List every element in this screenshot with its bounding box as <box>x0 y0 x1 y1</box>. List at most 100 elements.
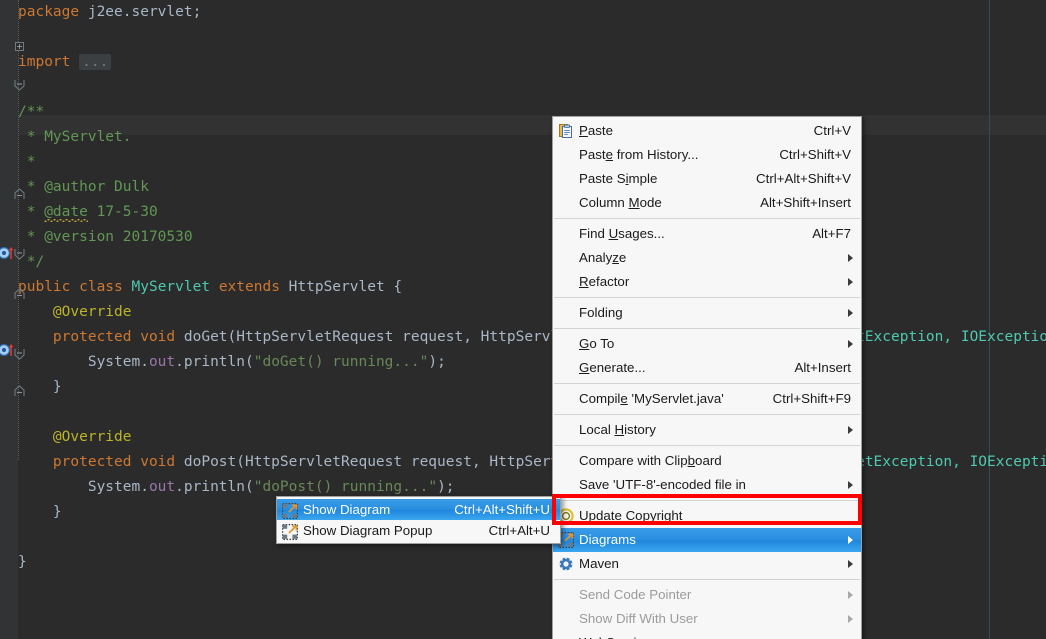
code-line: public class MyServlet extends HttpServl… <box>18 275 1046 300</box>
menu-item-paste-from-history[interactable]: Paste from History... Ctrl+Shift+V <box>553 143 861 167</box>
diagrams-submenu[interactable]: Show Diagram Ctrl+Alt+Shift+U Show Diagram… <box>276 496 561 544</box>
code-token: System. <box>18 354 149 370</box>
code-line: * @author Dulk <box>18 175 1046 200</box>
code-token: } <box>18 504 62 520</box>
menu-item-label: Show Diagram Popup <box>303 523 433 538</box>
chevron-right-icon <box>848 254 853 262</box>
code-token: @Override <box>18 429 132 445</box>
menu-item-webservices[interactable]: WebServices <box>553 631 861 639</box>
menu-item-diagrams[interactable]: Diagrams <box>553 528 861 552</box>
code-token: } <box>18 554 27 570</box>
menu-item-refactor[interactable]: Refactor <box>553 270 861 294</box>
menu-item-label: Save 'UTF-8'-encoded file in <box>579 477 746 492</box>
menu-item-label: Paste from History... <box>579 147 699 162</box>
menu-item-show-diagram-popup[interactable]: Show Diagram Popup Ctrl+Alt+U <box>277 520 560 541</box>
paste-icon <box>557 122 575 140</box>
fold-collapse-javadoc[interactable] <box>14 79 25 91</box>
code-token: MyServlet <box>131 279 211 295</box>
code-token: public class <box>18 279 132 295</box>
menu-item-label: Go To <box>579 336 615 351</box>
menu-item-label: Compare with Clipboard <box>579 453 722 468</box>
menu-separator <box>554 328 860 329</box>
menu-item-send-code-pointer: Send Code Pointer <box>553 583 861 607</box>
code-token: .println( <box>175 354 254 370</box>
chevron-right-icon <box>848 278 853 286</box>
menu-item-label: Diagrams <box>579 532 636 547</box>
code-token: System. <box>18 479 149 495</box>
menu-item-analyze[interactable]: Analyze <box>553 246 861 270</box>
menu-item-label: Paste Simple <box>579 171 658 186</box>
menu-item-go-to[interactable]: Go To <box>553 332 861 356</box>
menu-item-label: Find Usages... <box>579 226 665 241</box>
override-marker-doget[interactable] <box>0 246 16 260</box>
code-line: protected void doGet(HttpServletRequest … <box>18 325 1046 350</box>
menu-item-label: Show Diff With User <box>579 611 698 626</box>
menu-item-maven[interactable]: Maven <box>553 552 861 576</box>
menu-item-compare-with-clipboard[interactable]: Compare with Clipboard <box>553 449 861 473</box>
ide-window: package j2ee.servlet; import ... /** * M… <box>0 0 1046 639</box>
code-line: @Override <box>18 425 1046 450</box>
fold-cap-javadoc-end[interactable] <box>14 188 25 200</box>
menu-item-paste-simple[interactable]: Paste Simple Ctrl+Alt+Shift+V <box>553 167 861 191</box>
menu-item-shortcut: Ctrl+V <box>813 123 851 138</box>
code-token: import <box>18 54 80 70</box>
menu-separator <box>554 445 860 446</box>
menu-item-label: Folding <box>579 305 623 320</box>
chevron-right-icon <box>848 536 853 544</box>
folded-imports-placeholder[interactable]: ... <box>79 54 112 70</box>
code-token: out <box>148 354 176 370</box>
menu-item-shortcut: Ctrl+Alt+U <box>488 523 550 538</box>
menu-item-column-mode[interactable]: Column Mode Alt+Shift+Insert <box>553 191 861 215</box>
menu-item-shortcut: Alt+Shift+Insert <box>760 195 851 210</box>
override-marker-dopost[interactable] <box>0 343 16 357</box>
menu-item-label: Analyze <box>579 250 627 265</box>
menu-item-label: WebServices <box>579 631 657 639</box>
chevron-right-icon <box>848 309 853 317</box>
code-token: * MyServlet. <box>18 129 132 145</box>
menu-item-shortcut: Alt+Insert <box>794 360 851 375</box>
code-token: "doGet() running..." <box>253 354 429 370</box>
menu-item-label: Column Mode <box>579 195 662 210</box>
editor-gutter[interactable] <box>0 0 18 639</box>
diagram-icon <box>281 523 299 541</box>
maven-icon <box>557 555 575 573</box>
fold-cap-doget-end[interactable] <box>14 288 25 300</box>
chevron-right-icon <box>848 340 853 348</box>
code-token: ); <box>437 479 455 495</box>
menu-item-generate[interactable]: Generate... Alt+Insert <box>553 356 861 380</box>
menu-separator <box>554 218 860 219</box>
menu-separator <box>554 383 860 384</box>
fold-cap-dopost-end[interactable] <box>14 385 25 397</box>
code-line: System.out.println("doGet() running...")… <box>18 350 1046 375</box>
chevron-right-icon <box>848 560 853 568</box>
menu-item-shortcut: Ctrl+Shift+F9 <box>772 391 851 406</box>
menu-item-show-diff-with-user: Show Diff With User <box>553 607 861 631</box>
menu-item-show-diagram[interactable]: Show Diagram Ctrl+Alt+Shift+U <box>277 499 560 520</box>
code-token: protected void <box>18 329 184 345</box>
code-line: package j2ee.servlet; <box>18 0 1046 25</box>
menu-separator <box>554 500 860 501</box>
menu-item-save-utf-8-encoded-file-in[interactable]: Save 'UTF-8'-encoded file in <box>553 473 861 497</box>
code-token: ); <box>428 354 446 370</box>
menu-item-folding[interactable]: Folding <box>553 301 861 325</box>
menu-item-label: Show Diagram <box>303 502 391 517</box>
code-line: } <box>18 550 1046 575</box>
fold-expand-import[interactable] <box>15 42 24 51</box>
editor-context-menu[interactable]: Paste Ctrl+V Paste from History... Ctrl+Shi… <box>552 116 862 639</box>
menu-separator <box>554 297 860 298</box>
code-token: * @version 20170530 <box>18 229 193 245</box>
menu-item-paste[interactable]: Paste Ctrl+V <box>553 119 861 143</box>
code-line: * @version 20170530 <box>18 225 1046 250</box>
code-line: protected void doPost(HttpServletRequest… <box>18 450 1046 475</box>
code-token: @Override <box>18 304 132 320</box>
menu-item-compile-myservlet-java[interactable]: Compile 'MyServlet.java' Ctrl+Shift+F9 <box>553 387 861 411</box>
code-text[interactable]: package j2ee.servlet; import ... /** * M… <box>18 0 1046 575</box>
menu-item-find-usages[interactable]: Find Usages... Alt+F7 <box>553 222 861 246</box>
menu-item-local-history[interactable]: Local History <box>553 418 861 442</box>
code-line: } <box>18 375 1046 400</box>
chevron-right-icon <box>848 591 853 599</box>
code-token: "doPost() running..." <box>253 479 438 495</box>
menu-item-update-copyright[interactable]: Update Copyright <box>553 504 861 528</box>
